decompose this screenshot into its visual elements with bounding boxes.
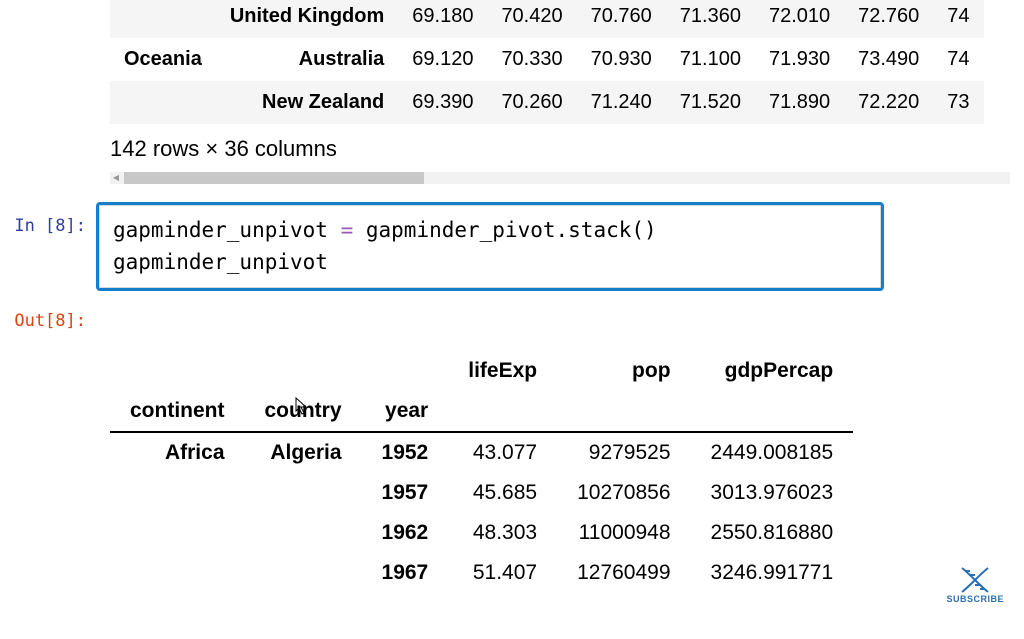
index-header: year [362,391,449,432]
value-cell: 70.330 [487,38,576,81]
code-editor[interactable]: gapminder_unpivot = gapminder_pivot.stac… [96,202,884,291]
notebook-body: United Kingdom69.18070.42070.76071.36072… [0,0,1024,593]
unpivot-table-output: lifeExp pop gdpPercap continent country … [110,351,1024,593]
value-cell: 74 [933,0,983,38]
subscribe-badge[interactable]: SUBSCRIBE [946,566,1004,604]
table-row: United Kingdom69.18070.42070.76071.36072… [110,0,984,38]
country-cell [245,553,362,593]
continent-cell [110,513,245,553]
unpivot-table: lifeExp pop gdpPercap continent country … [110,351,853,593]
value-cell: 74 [933,38,983,81]
value-cell: 11000948 [557,513,690,553]
pivot-table-output: United Kingdom69.18070.42070.76071.36072… [110,0,1024,124]
table-shape-text: 142 rows × 36 columns [110,136,1024,162]
value-cell: 73 [933,81,983,124]
scrollbar-thumb[interactable] [124,172,424,184]
input-prompt: In [8]: [0,202,96,236]
value-cell: 70.260 [487,81,576,124]
value-cell: 9279525 [557,432,690,473]
value-cell: 69.120 [398,38,487,81]
value-cell: 70.930 [577,38,666,81]
value-cell: 70.420 [487,0,576,38]
index-header-row: continent country year [110,391,853,432]
country-cell [245,473,362,513]
scroll-left-arrow-icon[interactable]: ◀ [110,172,122,184]
value-cell: 71.100 [666,38,755,81]
output-prompt: Out[8]: [0,297,96,331]
continent-cell [110,473,245,513]
country-cell [245,513,362,553]
value-cell: 3013.976023 [691,473,854,513]
dna-icon [958,566,992,594]
value-cell: 48.303 [448,513,557,553]
input-cell-row: In [8]: gapminder_unpivot = gapminder_pi… [0,202,1024,291]
value-cell: 72.220 [844,81,933,124]
value-cell: 71.930 [755,38,844,81]
value-cell: 51.407 [448,553,557,593]
year-cell: 1967 [362,553,449,593]
column-header-row: lifeExp pop gdpPercap [110,351,853,391]
value-cell: 70.760 [577,0,666,38]
horizontal-scrollbar[interactable]: ◀ [110,172,1010,184]
value-cell: 69.390 [398,81,487,124]
country-cell: Algeria [245,432,362,473]
continent-cell [110,81,216,124]
year-cell: 1952 [362,432,449,473]
continent-cell [110,0,216,38]
table-row: 196751.407127604993246.991771 [110,553,853,593]
index-header: country [245,391,362,432]
year-cell: 1962 [362,513,449,553]
code-operator: = [341,218,354,242]
code-token: gapminder_pivot.stack() [353,218,656,242]
country-cell: Australia [216,38,398,81]
value-cell: 69.180 [398,0,487,38]
continent-cell [110,553,245,593]
col-header: lifeExp [448,351,557,391]
value-cell: 45.685 [448,473,557,513]
table-row: 195745.685102708563013.976023 [110,473,853,513]
country-cell: New Zealand [216,81,398,124]
value-cell: 72.010 [755,0,844,38]
value-cell: 2449.008185 [691,432,854,473]
value-cell: 71.890 [755,81,844,124]
value-cell: 71.360 [666,0,755,38]
value-cell: 3246.991771 [691,553,854,593]
table-row: OceaniaAustralia69.12070.33070.93071.100… [110,38,984,81]
continent-cell: Oceania [110,38,216,81]
value-cell: 2550.816880 [691,513,854,553]
value-cell: 72.760 [844,0,933,38]
table-row: 196248.303110009482550.816880 [110,513,853,553]
value-cell: 73.490 [844,38,933,81]
subscribe-label: SUBSCRIBE [946,594,1004,604]
value-cell: 12760499 [557,553,690,593]
table-row: AfricaAlgeria195243.07792795252449.00818… [110,432,853,473]
table-row: New Zealand69.39070.26071.24071.52071.89… [110,81,984,124]
col-header: gdpPercap [691,351,854,391]
col-header: pop [557,351,690,391]
code-token: gapminder_unpivot [113,247,867,279]
continent-cell: Africa [110,432,245,473]
code-token: gapminder_unpivot [113,218,341,242]
value-cell: 71.240 [577,81,666,124]
value-cell: 10270856 [557,473,690,513]
year-cell: 1957 [362,473,449,513]
country-cell: United Kingdom [216,0,398,38]
value-cell: 71.520 [666,81,755,124]
pivot-table: United Kingdom69.18070.42070.76071.36072… [110,0,984,124]
value-cell: 43.077 [448,432,557,473]
index-header: continent [110,391,245,432]
output-cell-row: Out[8]: [0,297,1024,331]
